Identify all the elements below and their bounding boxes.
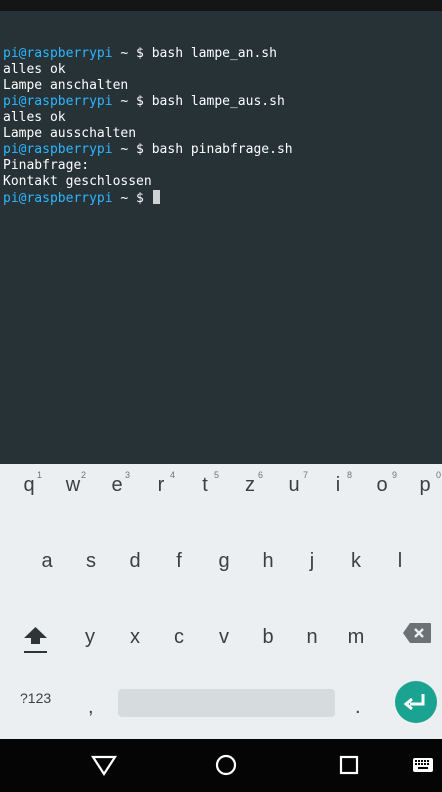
keyboard-icon[interactable]: [410, 750, 440, 780]
terminal-line: pi@raspberrypi ~ $ bash pinabfrage.sh: [3, 142, 293, 157]
key-o[interactable]: o: [367, 474, 397, 497]
comma-key[interactable]: ,: [88, 696, 94, 719]
key-l[interactable]: l: [385, 550, 415, 573]
key-p[interactable]: p: [410, 474, 440, 497]
key-g[interactable]: g: [209, 550, 239, 573]
key-r[interactable]: r: [146, 474, 176, 497]
key-x[interactable]: x: [120, 626, 150, 649]
key-i[interactable]: i: [323, 474, 353, 497]
back-triangle-icon[interactable]: [89, 750, 119, 780]
key-j[interactable]: j: [297, 550, 327, 573]
key-t[interactable]: t: [190, 474, 220, 497]
terminal-line: pi@raspberrypi ~ $ bash lampe_an.sh: [3, 46, 277, 61]
terminal-line: pi@raspberrypi ~ $ bash lampe_aus.sh: [3, 94, 285, 109]
key-a[interactable]: a: [32, 550, 62, 573]
terminal-line: Pinabfrage:: [3, 158, 90, 173]
key-f[interactable]: f: [164, 550, 194, 573]
key-m[interactable]: m: [341, 626, 371, 649]
terminal-line: alles ok: [3, 110, 66, 125]
key-c[interactable]: c: [164, 626, 194, 649]
terminal-line: Lampe anschalten: [3, 78, 129, 93]
key-h[interactable]: h: [253, 550, 283, 573]
backspace-icon[interactable]: [402, 622, 432, 644]
terminal-line: alles ok: [3, 62, 66, 77]
recents-square-icon[interactable]: [334, 750, 364, 780]
key-e[interactable]: e: [102, 474, 132, 497]
enter-icon[interactable]: [395, 681, 437, 723]
terminal-cursor: [152, 190, 160, 204]
key-z[interactable]: z: [235, 474, 265, 497]
shift-icon[interactable]: [23, 624, 48, 656]
key-s[interactable]: s: [76, 550, 106, 573]
key-k[interactable]: k: [341, 550, 371, 573]
terminal-line: Lampe ausschalten: [3, 126, 137, 141]
symbols-key[interactable]: ?123: [20, 690, 51, 706]
status-bar: [0, 0, 442, 11]
terminal-output[interactable]: pi@raspberrypi ~ $ bash lampe_an.sh alle…: [0, 11, 442, 464]
space-bar[interactable]: [118, 689, 335, 717]
period-key[interactable]: .: [355, 696, 361, 719]
key-n[interactable]: n: [297, 626, 327, 649]
navigation-bar: [0, 739, 442, 792]
key-q[interactable]: q: [14, 474, 44, 497]
terminal-line: Kontakt geschlossen: [3, 174, 152, 189]
key-w[interactable]: w: [58, 474, 88, 497]
key-y[interactable]: y: [75, 626, 105, 649]
key-d[interactable]: d: [120, 550, 150, 573]
key-b[interactable]: b: [253, 626, 283, 649]
terminal-prompt-line: pi@raspberrypi ~ $: [3, 190, 160, 207]
soft-keyboard: 1 2 3 4 5 6 7 8 9 0 q w e r t z u i o p …: [0, 464, 442, 739]
key-u[interactable]: u: [279, 474, 309, 497]
key-v[interactable]: v: [209, 626, 239, 649]
home-circle-icon[interactable]: [211, 750, 241, 780]
